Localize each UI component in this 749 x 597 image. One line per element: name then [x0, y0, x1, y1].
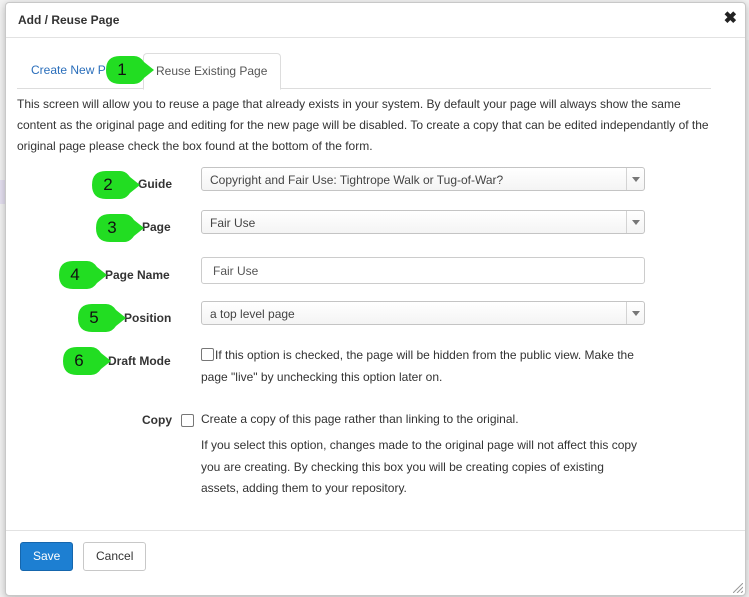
- position-select[interactable]: a top level page: [201, 301, 645, 325]
- dialog-title: Add / Reuse Page: [18, 13, 120, 27]
- callout-marker-3: 3: [94, 212, 144, 242]
- dialog-footer-divider: [6, 530, 745, 531]
- callout-number: 1: [117, 60, 127, 79]
- callout-marker-4: 4: [57, 259, 107, 289]
- copy-help-line1: If you select this option, changes made …: [201, 438, 638, 452]
- resize-grip-icon[interactable]: [733, 583, 743, 593]
- callout-marker-2: 2: [90, 169, 140, 199]
- callout-marker-1: 1: [104, 54, 154, 84]
- save-button[interactable]: Save: [20, 542, 74, 571]
- callout-number: 6: [74, 351, 84, 370]
- draft-mode-help-line2: page "live" by unchecking this option la…: [201, 370, 443, 384]
- position-label: Position: [124, 311, 172, 325]
- intro-text: This screen will allow you to reuse a pa…: [17, 97, 709, 153]
- guide-select-value: Copyright and Fair Use: Tightrope Walk o…: [210, 173, 504, 187]
- copy-help-line2: you are creating. By checking this box y…: [201, 460, 604, 474]
- page-name-value: Fair Use: [213, 264, 259, 278]
- callout-number: 2: [103, 175, 113, 194]
- chevron-down-icon: [626, 211, 644, 233]
- chevron-down-icon: [626, 168, 644, 190]
- add-reuse-page-dialog: Add / Reuse Page ✖ Create New Page Reuse…: [5, 2, 746, 596]
- copy-checkbox[interactable]: [181, 414, 194, 427]
- callout-number: 4: [70, 265, 80, 284]
- page-name-input[interactable]: Fair Use: [201, 257, 645, 284]
- close-icon[interactable]: ✖: [724, 10, 737, 28]
- cancel-button[interactable]: Cancel: [83, 542, 147, 571]
- callout-marker-5: 5: [76, 302, 126, 332]
- guide-select[interactable]: Copyright and Fair Use: Tightrope Walk o…: [201, 167, 645, 191]
- page-label: Page: [142, 220, 171, 234]
- draft-mode-checkbox[interactable]: [201, 348, 214, 361]
- copy-option-text: Create a copy of this page rather than l…: [201, 412, 519, 426]
- position-select-value: a top level page: [210, 307, 295, 321]
- copy-label: Copy: [142, 413, 172, 427]
- copy-help-line3: assets, adding them to your repository.: [201, 481, 407, 495]
- page-select-value: Fair Use: [210, 216, 256, 230]
- draft-mode-label: Draft Mode: [108, 354, 171, 368]
- tab-reuse-existing-page[interactable]: Reuse Existing Page: [143, 53, 281, 90]
- callout-number: 3: [107, 218, 117, 237]
- callout-number: 5: [89, 308, 99, 327]
- guide-label: Guide: [138, 177, 173, 191]
- page-name-label: Page Name: [105, 268, 170, 282]
- page-select[interactable]: Fair Use: [201, 210, 645, 234]
- dialog-header: Add / Reuse Page ✖: [6, 3, 745, 38]
- chevron-down-icon: [626, 302, 644, 324]
- callout-marker-6: 6: [61, 345, 111, 375]
- draft-mode-help-line1: If this option is checked, the page will…: [215, 348, 634, 362]
